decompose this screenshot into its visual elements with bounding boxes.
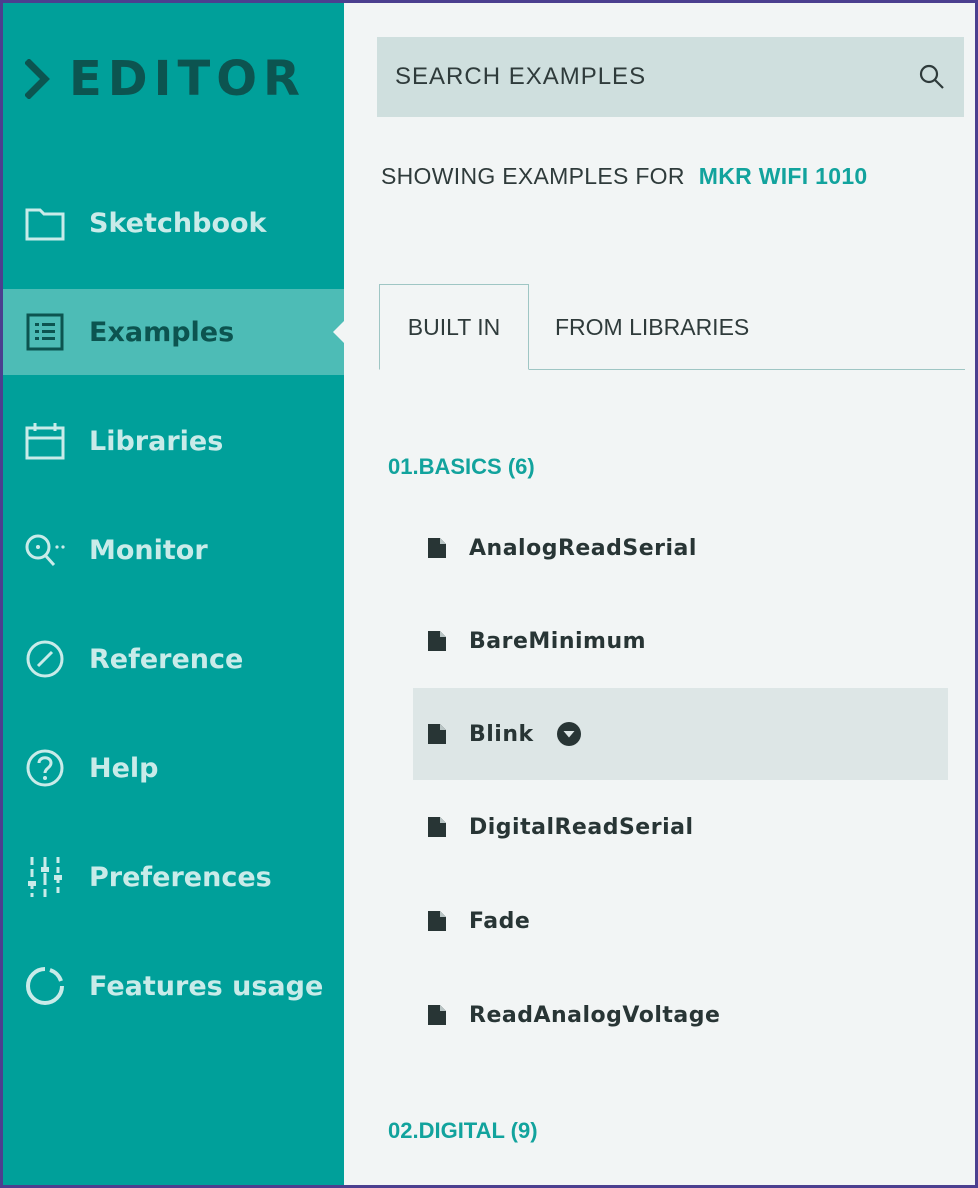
tab-from-libraries[interactable]: FROM LIBRARIES bbox=[555, 284, 749, 370]
sidebar-item-label: Reference bbox=[89, 643, 244, 675]
document-icon bbox=[428, 538, 446, 558]
sidebar-item-sketchbook[interactable]: Sketchbook bbox=[3, 180, 344, 266]
sidebar-item-label: Libraries bbox=[89, 425, 224, 457]
search-input[interactable]: SEARCH EXAMPLES bbox=[377, 37, 964, 117]
list-icon bbox=[23, 310, 67, 354]
dropdown-circle-icon[interactable] bbox=[556, 721, 582, 747]
example-item-fade[interactable]: Fade bbox=[413, 875, 948, 967]
monitor-search-icon bbox=[23, 528, 67, 572]
example-item-analogreadserial[interactable]: AnalogReadSerial bbox=[413, 502, 948, 594]
sidebar-item-label: Preferences bbox=[89, 861, 272, 893]
document-icon bbox=[428, 911, 446, 931]
example-label: Blink bbox=[469, 721, 534, 747]
sidebar-item-label: Monitor bbox=[89, 534, 208, 566]
section-heading-digital[interactable]: 02.DIGITAL (9) bbox=[388, 1118, 538, 1144]
example-tabs: BUILT IN FROM LIBRARIES bbox=[379, 284, 965, 370]
document-icon bbox=[428, 817, 446, 837]
sidebar-item-preferences[interactable]: Preferences bbox=[3, 834, 344, 920]
example-label: BareMinimum bbox=[469, 628, 647, 654]
compass-icon bbox=[23, 637, 67, 681]
sidebar-item-label: Help bbox=[89, 752, 159, 784]
sidebar-item-examples[interactable]: Examples bbox=[3, 289, 345, 375]
sliders-icon bbox=[23, 855, 67, 899]
board-name-link[interactable]: MKR WIFI 1010 bbox=[699, 163, 868, 189]
example-item-readanalogvoltage[interactable]: ReadAnalogVoltage bbox=[413, 969, 948, 1061]
sidebar-item-label: Examples bbox=[89, 316, 235, 348]
editor-logo: EDITOR bbox=[25, 51, 306, 107]
libraries-icon bbox=[23, 419, 67, 463]
active-indicator bbox=[333, 320, 345, 344]
chevron-right-icon bbox=[25, 59, 50, 99]
document-icon bbox=[428, 724, 446, 744]
sidebar-item-reference[interactable]: Reference bbox=[3, 616, 344, 702]
help-circle-icon bbox=[23, 746, 67, 790]
example-item-blink[interactable]: Blink bbox=[413, 688, 948, 780]
document-icon bbox=[428, 631, 446, 651]
section-heading-basics[interactable]: 01.BASICS (6) bbox=[388, 454, 535, 480]
example-label: Fade bbox=[469, 908, 531, 934]
showing-prefix: SHOWING EXAMPLES FOR bbox=[381, 163, 685, 189]
example-item-digitalreadserial[interactable]: DigitalReadSerial bbox=[413, 781, 948, 873]
document-icon bbox=[428, 1005, 446, 1025]
showing-examples-for: SHOWING EXAMPLES FOR MKR WIFI 1010 bbox=[381, 163, 868, 190]
example-label: AnalogReadSerial bbox=[469, 535, 697, 561]
sidebar-item-features-usage[interactable]: Features usage bbox=[3, 943, 344, 1029]
sidebar-item-label: Features usage bbox=[89, 970, 324, 1002]
example-label: DigitalReadSerial bbox=[469, 814, 694, 840]
example-label: ReadAnalogVoltage bbox=[469, 1002, 721, 1028]
usage-ring-icon bbox=[23, 964, 67, 1008]
search-placeholder: SEARCH EXAMPLES bbox=[395, 63, 647, 90]
sidebar-item-label: Sketchbook bbox=[89, 207, 267, 239]
sidebar-item-help[interactable]: Help bbox=[3, 725, 344, 811]
tab-built-in[interactable]: BUILT IN bbox=[379, 284, 529, 370]
sidebar-item-monitor[interactable]: Monitor bbox=[3, 507, 344, 593]
logo-text: EDITOR bbox=[69, 51, 306, 107]
app-frame: EDITOR Sketchbook Examples Libraries Mon… bbox=[0, 0, 978, 1188]
sidebar-item-libraries[interactable]: Libraries bbox=[3, 398, 344, 484]
folder-icon bbox=[23, 201, 67, 245]
example-item-bareminimum[interactable]: BareMinimum bbox=[413, 595, 948, 687]
search-icon[interactable] bbox=[918, 63, 946, 91]
sidebar: EDITOR Sketchbook Examples Libraries Mon… bbox=[3, 3, 345, 1185]
